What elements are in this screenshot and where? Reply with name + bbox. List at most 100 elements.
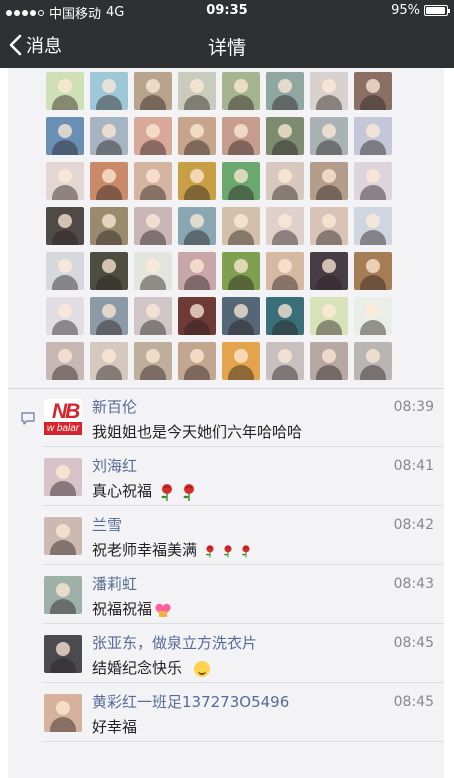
liker-avatar[interactable] <box>310 207 348 245</box>
liker-avatar[interactable] <box>90 207 128 245</box>
liker-avatar[interactable] <box>90 162 128 200</box>
liker-avatar[interactable] <box>134 342 172 380</box>
comment-author[interactable]: 张亚东，做泉立方洗衣片 <box>92 632 257 653</box>
liker-avatar[interactable] <box>266 342 304 380</box>
top-chrome: 中国移动 4G 09:35 95% 消息 详情 <box>0 0 454 68</box>
liker-avatar[interactable] <box>354 162 392 200</box>
liker-avatar[interactable] <box>222 342 260 380</box>
liker-avatar[interactable] <box>266 162 304 200</box>
liker-avatar[interactable] <box>222 117 260 155</box>
comment-time: 08:42 <box>393 517 434 533</box>
liker-avatar[interactable] <box>178 207 216 245</box>
liker-avatar[interactable] <box>46 297 84 335</box>
comment-item[interactable]: 兰雪 08:42 祝老师幸福美满 <box>42 507 444 565</box>
liker-avatar[interactable] <box>46 207 84 245</box>
liker-avatar[interactable] <box>46 72 84 110</box>
liker-avatar[interactable] <box>354 207 392 245</box>
comment-separator <box>42 682 444 683</box>
liker-avatar[interactable] <box>266 297 304 335</box>
new-balance-logo-icon: NB w balar <box>44 399 82 437</box>
liker-avatar[interactable] <box>178 162 216 200</box>
comment-time: 08:45 <box>393 635 434 651</box>
heart-gift-icon <box>155 603 171 617</box>
battery-percent: 95% <box>391 3 420 18</box>
liker-avatar[interactable] <box>222 207 260 245</box>
smile-icon <box>194 660 211 677</box>
nav-bar: 消息 详情 <box>0 22 454 68</box>
liker-avatar[interactable] <box>134 72 172 110</box>
liker-avatar[interactable] <box>266 207 304 245</box>
comment-author[interactable]: 黄彩红一班足137273O5496 <box>92 691 289 712</box>
liker-avatar[interactable] <box>354 252 392 290</box>
comment-author[interactable]: 兰雪 <box>92 514 122 535</box>
comment-avatar[interactable] <box>44 517 82 555</box>
liker-avatar[interactable] <box>90 117 128 155</box>
liker-avatar[interactable] <box>178 117 216 155</box>
liker-avatar[interactable] <box>354 117 392 155</box>
comment-separator <box>42 741 444 742</box>
liker-avatar[interactable] <box>354 72 392 110</box>
liker-avatar[interactable] <box>90 72 128 110</box>
liker-avatar[interactable] <box>134 252 172 290</box>
comment-item[interactable]: 刘海红 08:41 真心祝福 <box>42 448 444 506</box>
comment-author[interactable]: 潘莉虹 <box>92 573 137 594</box>
liker-avatar[interactable] <box>266 252 304 290</box>
liker-avatar[interactable] <box>46 162 84 200</box>
liker-avatar[interactable] <box>222 72 260 110</box>
liker-avatar[interactable] <box>222 162 260 200</box>
rose-icon <box>224 544 232 557</box>
liker-avatar[interactable] <box>134 207 172 245</box>
comments-panel: NB w balar 新百伦 08:39 我姐姐也是今天她们六年哈哈哈 刘海红 08:41 真… <box>8 389 444 778</box>
liker-avatar[interactable] <box>134 117 172 155</box>
liker-avatar[interactable] <box>46 252 84 290</box>
comment-text: 祝福祝福 <box>92 598 172 619</box>
comment-author[interactable]: 刘海红 <box>92 455 137 476</box>
liker-avatar[interactable] <box>310 297 348 335</box>
liker-avatar[interactable] <box>90 342 128 380</box>
comment-text: 我姐姐也是今天她们六年哈哈哈 <box>92 423 303 441</box>
rose-icon <box>242 544 250 557</box>
comment-author[interactable]: 新百伦 <box>92 396 137 417</box>
liker-avatar[interactable] <box>178 342 216 380</box>
liker-avatar[interactable] <box>178 72 216 110</box>
comment-item[interactable]: 潘莉虹 08:43 祝福祝福 <box>42 566 444 624</box>
comment-avatar[interactable] <box>44 458 82 496</box>
liker-avatar[interactable] <box>310 342 348 380</box>
liker-avatar[interactable] <box>90 252 128 290</box>
liker-avatar[interactable] <box>266 72 304 110</box>
liker-avatar[interactable] <box>354 297 392 335</box>
comment-item[interactable]: 张亚东，做泉立方洗衣片 08:45 结婚纪念快乐 <box>42 625 444 683</box>
comment-separator <box>42 623 444 624</box>
liker-avatar[interactable] <box>354 342 392 380</box>
liker-avatar[interactable] <box>178 252 216 290</box>
liker-avatar[interactable] <box>310 162 348 200</box>
liker-avatar-grid <box>46 72 392 380</box>
comment-item[interactable]: NB w balar 新百伦 08:39 我姐姐也是今天她们六年哈哈哈 <box>42 389 444 447</box>
status-bar: 中国移动 4G 09:35 95% <box>0 0 454 22</box>
liker-avatar[interactable] <box>222 252 260 290</box>
liker-avatar[interactable] <box>222 297 260 335</box>
comment-time: 08:43 <box>393 576 434 592</box>
liker-avatar[interactable] <box>266 117 304 155</box>
comment-separator <box>42 446 444 447</box>
comment-item[interactable]: 黄彩红一班足137273O5496 08:45 好幸福 <box>42 684 444 742</box>
comment-text: 祝老师幸福美满 <box>92 539 251 560</box>
liker-avatar[interactable] <box>310 117 348 155</box>
liker-avatar[interactable] <box>134 297 172 335</box>
comment-avatar[interactable] <box>44 576 82 614</box>
liker-avatar[interactable] <box>46 117 84 155</box>
comment-avatar[interactable] <box>44 635 82 673</box>
liker-avatar[interactable] <box>310 252 348 290</box>
rose-icon <box>183 483 195 501</box>
comment-text: 结婚纪念快乐 <box>92 657 211 678</box>
liker-avatar[interactable] <box>134 162 172 200</box>
liker-avatar[interactable] <box>90 297 128 335</box>
liker-avatar[interactable] <box>310 72 348 110</box>
liker-avatar[interactable] <box>178 297 216 335</box>
comment-separator <box>42 505 444 506</box>
liker-avatar[interactable] <box>46 342 84 380</box>
comment-avatar[interactable] <box>44 694 82 732</box>
battery-icon <box>424 5 450 16</box>
rose-icon <box>161 483 173 501</box>
comment-avatar[interactable]: NB w balar <box>44 399 82 437</box>
